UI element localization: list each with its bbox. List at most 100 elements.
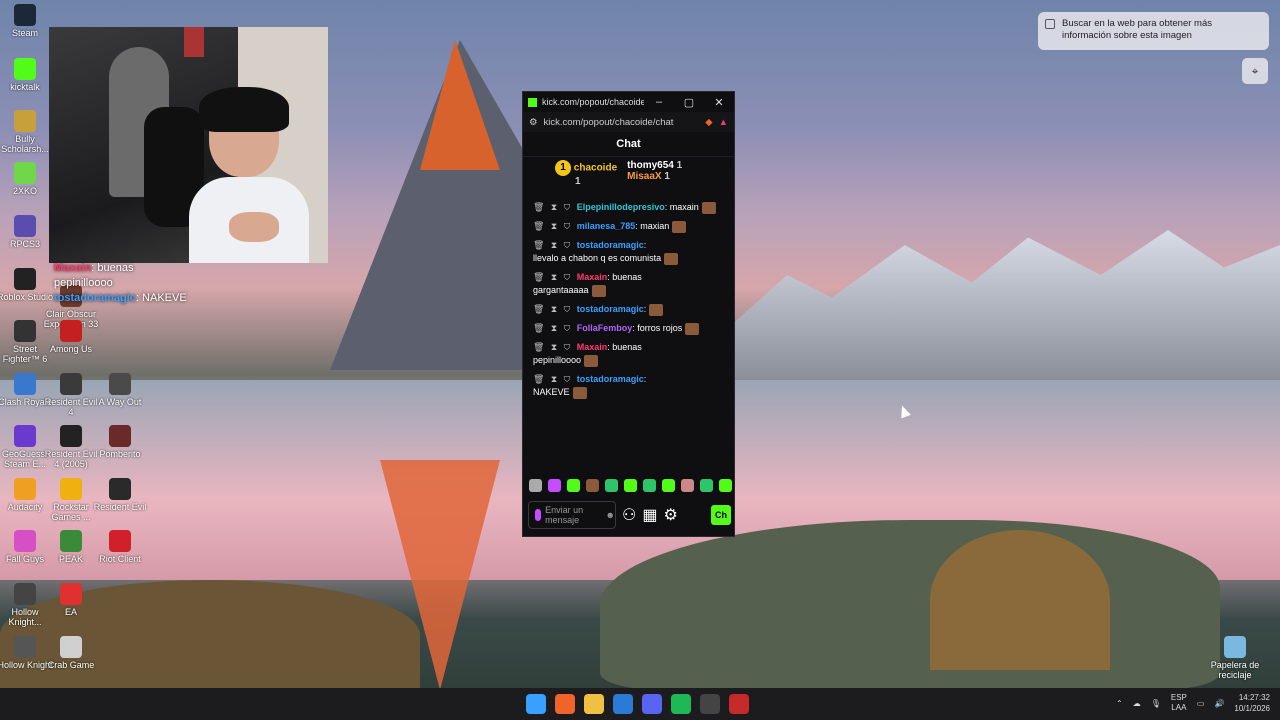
language-indicator[interactable]: ESP LAA (1171, 693, 1187, 713)
desktop-icon[interactable]: Steam (0, 4, 55, 38)
site-settings-icon[interactable]: ⚙ (529, 117, 538, 128)
browser-popout-window: kick.com/popout/chacoide/... – ▢ ✕ ⚙ kic… (522, 91, 735, 537)
desktop-icon[interactable]: Papelera de reciclaje (1205, 636, 1265, 680)
overlay-chat-line: Maxain: buenas (54, 261, 334, 276)
emote-icon[interactable] (719, 479, 732, 492)
street-fighter-icon (14, 320, 36, 342)
chat-username[interactable]: Maxain (577, 342, 608, 352)
chat-message[interactable]: 🗑 ⧗ ⛉ tostadoramagic: NAKEVE (533, 373, 728, 399)
emote-icon[interactable] (700, 479, 713, 492)
tray-overflow-icon[interactable]: ⌃ (1116, 699, 1123, 708)
bing-icon[interactable] (613, 694, 633, 714)
file-explorer-icon[interactable] (584, 694, 604, 714)
emote-icon[interactable] (662, 479, 675, 492)
minimize-button[interactable]: – (644, 96, 674, 108)
lang-region: LAA (1171, 703, 1187, 712)
desktop-icon[interactable]: 2XKO (0, 162, 55, 196)
chat-username[interactable]: Elpepinillodepresivo (577, 202, 665, 212)
overlay-message: : buenas (91, 262, 134, 274)
emote-icon[interactable] (529, 479, 542, 492)
store-icon[interactable]: ▦ (642, 505, 657, 525)
chat-username[interactable]: milanesa_785 (577, 221, 636, 231)
settings-gear-icon[interactable]: ⚙ (663, 505, 677, 525)
recorder-icon[interactable] (729, 694, 749, 714)
brave-taskbar-icon[interactable] (555, 694, 575, 714)
chat-username[interactable]: tostadoramagic (577, 304, 644, 314)
desktop-icon[interactable]: Riot Client (90, 530, 150, 564)
close-button[interactable]: ✕ (704, 96, 734, 109)
chat-message[interactable]: 🗑 ⧗ ⛉ tostadoramagic: (533, 303, 728, 316)
a-way-out-icon (109, 373, 131, 395)
emote-icon[interactable] (605, 479, 618, 492)
desktop-icon[interactable]: Pomberito (90, 425, 150, 459)
emote-icon[interactable] (548, 479, 561, 492)
emote-icon[interactable] (586, 479, 599, 492)
mic-icon[interactable] (535, 509, 542, 521)
spotify-icon[interactable] (671, 694, 691, 714)
chat-username[interactable]: tostadoramagic (577, 240, 644, 250)
desktop-icon[interactable]: Resident Evil (90, 478, 150, 512)
emote-icon[interactable] (624, 479, 637, 492)
chat-message[interactable]: 🗑 ⧗ ⛉ tostadoramagic: llevalo a chabon q … (533, 239, 728, 265)
desktop-icon-label: RPCS3 (9, 239, 40, 249)
obs-icon[interactable] (700, 694, 720, 714)
mic-tray-icon[interactable]: 🎙 (1151, 699, 1161, 708)
moderation-badges-icon[interactable]: 🗑 ⧗ ⛉ (533, 240, 577, 250)
moderation-badges-icon[interactable]: 🗑 ⧗ ⛉ (533, 323, 577, 333)
moderation-badges-icon[interactable]: 🗑 ⧗ ⛉ (533, 374, 577, 384)
chat-username[interactable]: FollaFemboy (577, 323, 633, 333)
desktop-icon[interactable]: A Way Out (90, 373, 150, 407)
moderation-badges-icon[interactable]: 🗑 ⧗ ⛉ (533, 202, 577, 212)
desktop-icon-label: 2XKO (12, 186, 37, 196)
volume-icon[interactable]: 🔊 (1214, 699, 1224, 708)
chat-message[interactable]: 🗑 ⧗ ⛉ FollaFemboy: forros rojos (533, 322, 728, 335)
moderation-badges-icon[interactable]: 🗑 ⧗ ⛉ (533, 272, 577, 282)
chat-input[interactable]: Enviar un mensaje ☻ (528, 501, 616, 529)
desktop-icon[interactable]: RPCS3 (0, 215, 55, 249)
google-lens-tooltip[interactable]: Buscar en la web para obtener más inform… (1038, 12, 1269, 50)
chat-username[interactable]: tostadoramagic (577, 374, 644, 384)
chat-text: : (643, 240, 647, 250)
start-button-icon[interactable] (526, 694, 546, 714)
brave-shield-icon[interactable]: ◆ (705, 117, 712, 128)
leader-others[interactable]: thomy654 1 MisaaX 1 (627, 160, 682, 197)
discord-icon[interactable] (642, 694, 662, 714)
url-text[interactable]: kick.com/popout/chacoide/chat (544, 117, 700, 128)
emote-icon[interactable] (643, 479, 656, 492)
emote-icon[interactable] (567, 479, 580, 492)
brave-rewards-icon[interactable]: ▲ (719, 117, 728, 128)
riot-client-icon (109, 530, 131, 552)
resident-evil-4-2005-icon (60, 425, 82, 447)
desktop-icon[interactable]: Among Us (41, 320, 101, 354)
send-chat-button[interactable]: Ch (711, 505, 731, 525)
display-icon[interactable]: ▭ (1197, 699, 1205, 708)
address-bar[interactable]: ⚙ kick.com/popout/chacoide/chat ◆ ▲ (523, 112, 734, 132)
emote-icon[interactable] (681, 479, 694, 492)
leader-first[interactable]: 1 chacoide 1 (555, 160, 617, 197)
window-title: kick.com/popout/chacoide/... (542, 97, 644, 107)
network-icon[interactable]: ☁ (1133, 699, 1141, 708)
moderation-badges-icon[interactable]: 🗑 ⧗ ⛉ (533, 304, 577, 314)
clock[interactable]: 14:27:32 10/1/2026 (1234, 692, 1270, 714)
users-icon[interactable]: ⚇ (622, 505, 636, 525)
roblox-studio-icon (14, 268, 36, 290)
desktop-icon[interactable]: Bully Scholarsh... (0, 110, 55, 154)
desktop-icon[interactable]: kicktalk (0, 58, 55, 92)
chat-message[interactable]: 🗑 ⧗ ⛉ Maxain: buenas gargantaaaaa (533, 271, 728, 297)
chat-message[interactable]: 🗑 ⧗ ⛉ Elpepinillodepresivo: maxain (533, 201, 728, 214)
ea-icon (60, 583, 82, 605)
moderation-badges-icon[interactable]: 🗑 ⧗ ⛉ (533, 221, 577, 231)
desktop-icon[interactable]: Crab Game (41, 636, 101, 670)
lens-search-button[interactable]: ⌖ (1242, 58, 1268, 84)
desktop-icon-label: Papelera de reciclaje (1210, 660, 1260, 680)
moderation-badges-icon[interactable]: 🗑 ⧗ ⛉ (533, 342, 577, 352)
window-titlebar[interactable]: kick.com/popout/chacoide/... – ▢ ✕ (523, 92, 734, 112)
chat-messages: 🗑 ⧗ ⛉ Elpepinillodepresivo: maxain 🗑 ⧗ ⛉ … (523, 197, 734, 399)
desktop-icon[interactable]: EA (41, 583, 101, 617)
chat-message[interactable]: 🗑 ⧗ ⛉ milanesa_785: maxian (533, 220, 728, 233)
chat-message[interactable]: 🗑 ⧗ ⛉ Maxain: buenas pepinilloooo (533, 341, 728, 367)
maximize-button[interactable]: ▢ (674, 96, 704, 109)
chat-username[interactable]: Maxain (577, 272, 608, 282)
peak-icon (60, 530, 82, 552)
emoji-icon[interactable]: ☻ (606, 510, 615, 520)
